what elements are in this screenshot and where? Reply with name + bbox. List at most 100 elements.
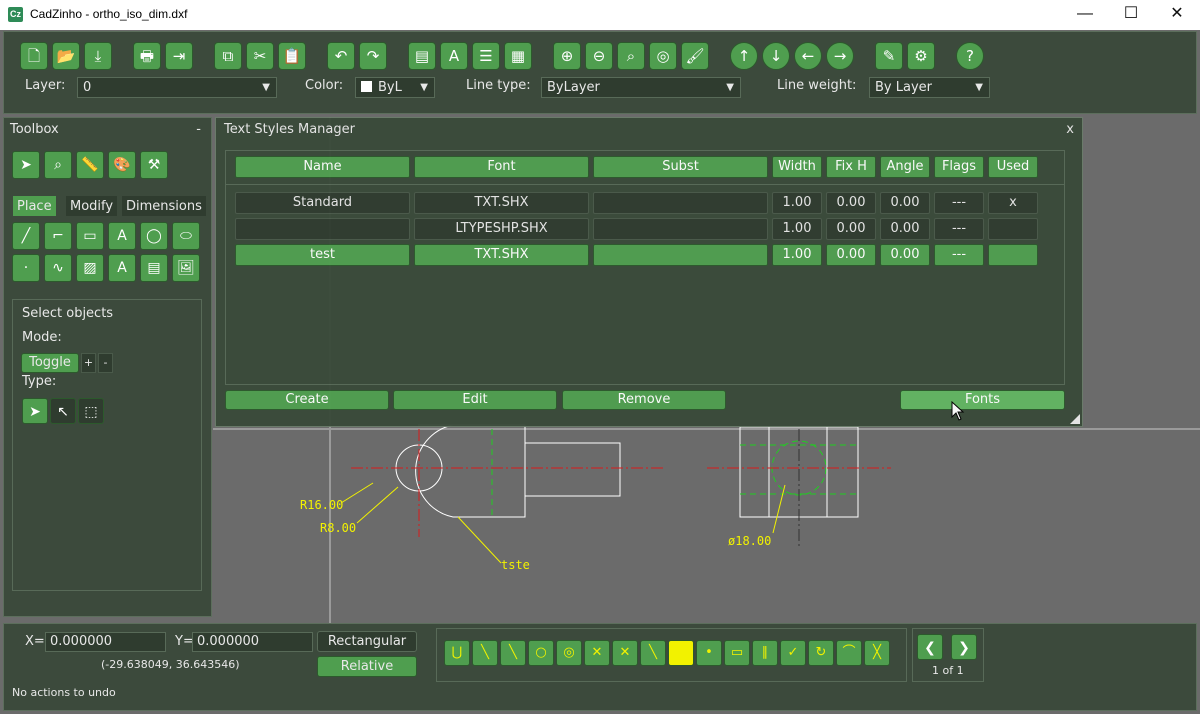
rectangular-mode-button[interactable]: Rectangular <box>317 631 417 652</box>
y-coordinate-input[interactable]: 0.000000 <box>192 632 313 652</box>
next-page-icon[interactable]: ❯ <box>951 634 977 660</box>
snap-extension-icon[interactable]: ✕ <box>612 640 638 666</box>
table-cell-fixh[interactable]: 0.00 <box>826 218 876 240</box>
block-tool-icon[interactable]: ▤ <box>140 254 168 282</box>
text-icon[interactable]: A <box>440 42 468 70</box>
binoculars-icon[interactable]: ⌕ <box>44 151 72 179</box>
paste-icon[interactable]: 📋 <box>278 42 306 70</box>
table-cell-name[interactable]: Standard <box>235 192 410 214</box>
previous-page-icon[interactable]: ❮ <box>917 634 943 660</box>
print-icon[interactable]: 🖶 <box>133 42 161 70</box>
rectangle-tool-icon[interactable]: ▭ <box>76 222 104 250</box>
table-cell-angle[interactable]: 0.00 <box>880 192 930 214</box>
snap-center-icon[interactable]: ○ <box>528 640 554 666</box>
table-cell-name[interactable]: test <box>235 244 410 266</box>
table-cell-angle[interactable]: 0.00 <box>880 244 930 266</box>
edit-style-button[interactable]: Edit <box>393 390 557 410</box>
snap-node-icon[interactable]: • <box>696 640 722 666</box>
table-cell-subst[interactable] <box>593 192 768 214</box>
snap-nearest-icon[interactable]: ✓ <box>780 640 806 666</box>
select-pick-icon[interactable]: ↖ <box>50 398 76 424</box>
snap-arc-icon[interactable]: ⌒ <box>836 640 862 666</box>
table-cell-width[interactable]: 1.00 <box>772 244 822 266</box>
snap-midpoint-icon[interactable]: ╲ <box>500 640 526 666</box>
column-header-subst[interactable]: Subst <box>593 156 768 178</box>
fonts-button[interactable]: Fonts <box>900 390 1065 410</box>
circle-tool-icon[interactable]: ◯ <box>140 222 168 250</box>
table-cell-used[interactable] <box>988 244 1038 266</box>
ruler-icon[interactable]: 📏 <box>76 151 104 179</box>
redo-icon[interactable]: ↷ <box>359 42 387 70</box>
table-cell-subst[interactable] <box>593 244 768 266</box>
brush-icon[interactable]: 🖌 <box>681 42 709 70</box>
snap-quadrant-icon[interactable]: ◎ <box>556 640 582 666</box>
layers-icon[interactable]: ▤ <box>408 42 436 70</box>
layer-select[interactable]: 0 ▼ <box>77 77 277 98</box>
save-icon[interactable]: ⤓ <box>84 42 112 70</box>
image-tool-icon[interactable]: 🖼 <box>172 254 200 282</box>
table-cell-flags[interactable]: --- <box>934 218 984 240</box>
minimize-button[interactable]: — <box>1062 0 1108 30</box>
hatch-tool-icon[interactable]: ▨ <box>76 254 104 282</box>
snap-tangent-icon[interactable]: ↻ <box>808 640 834 666</box>
table-cell-subst[interactable] <box>593 218 768 240</box>
line-tool-icon[interactable]: ╱ <box>12 222 40 250</box>
table-cell-name[interactable] <box>235 218 410 240</box>
snap-endpoint-icon[interactable]: ╲ <box>472 640 498 666</box>
snap-perpendicular-icon[interactable]: ╲ <box>640 640 666 666</box>
tab-modify[interactable]: Modify <box>65 195 119 217</box>
relative-mode-button[interactable]: Relative <box>317 656 417 677</box>
table-cell-used[interactable]: x <box>988 192 1038 214</box>
export-icon[interactable]: ⇥ <box>165 42 193 70</box>
linetype-select[interactable]: ByLayer ▼ <box>541 77 741 98</box>
x-coordinate-input[interactable]: 0.000000 <box>45 632 166 652</box>
tab-place[interactable]: Place <box>12 195 57 217</box>
table-cell-fixh[interactable]: 0.00 <box>826 244 876 266</box>
table-cell-font[interactable]: LTYPESHP.SHX <box>414 218 589 240</box>
remove-style-button[interactable]: Remove <box>562 390 726 410</box>
tools-icon[interactable]: ⚒ <box>140 151 168 179</box>
mtext-tool-icon[interactable]: A <box>108 254 136 282</box>
undo-icon[interactable]: ↶ <box>327 42 355 70</box>
create-style-button[interactable]: Create <box>225 390 389 410</box>
ellipse-tool-icon[interactable]: ⬭ <box>172 222 200 250</box>
tab-dimensions[interactable]: Dimensions <box>121 195 207 217</box>
color-select[interactable]: ByL ▼ <box>355 77 435 98</box>
arrow-up-icon[interactable]: ↑ <box>730 42 758 70</box>
snap-intersection-icon[interactable]: ✕ <box>584 640 610 666</box>
spline-tool-icon[interactable]: ∿ <box>44 254 72 282</box>
table-cell-font[interactable]: TXT.SHX <box>414 192 589 214</box>
table-cell-font[interactable]: TXT.SHX <box>414 244 589 266</box>
snap-rectangle-icon[interactable]: ▭ <box>724 640 750 666</box>
column-header-fixh[interactable]: Fix H <box>826 156 876 178</box>
column-header-flags[interactable]: Flags <box>934 156 984 178</box>
table-cell-fixh[interactable]: 0.00 <box>826 192 876 214</box>
toggle-mode-button[interactable]: Toggle <box>21 353 79 373</box>
remove-mode-button[interactable]: - <box>98 353 113 373</box>
arrow-right-icon[interactable]: → <box>826 42 854 70</box>
select-single-icon[interactable]: ➤ <box>22 398 48 424</box>
zoom-window-icon[interactable]: ⌕ <box>617 42 645 70</box>
palette-icon[interactable]: 🎨 <box>108 151 136 179</box>
zoom-in-icon[interactable]: ⊕ <box>553 42 581 70</box>
arrow-down-icon[interactable]: ↓ <box>762 42 790 70</box>
column-header-font[interactable]: Font <box>414 156 589 178</box>
point-tool-icon[interactable]: · <box>12 254 40 282</box>
table-cell-used[interactable] <box>988 218 1038 240</box>
column-header-angle[interactable]: Angle <box>880 156 930 178</box>
zoom-out-icon[interactable]: ⊖ <box>585 42 613 70</box>
select-pointer-icon[interactable]: ➤ <box>12 151 40 179</box>
copy-icon[interactable]: ⧉ <box>214 42 242 70</box>
new-file-icon[interactable]: 🗋 <box>20 42 48 70</box>
toolbox-collapse-button[interactable]: - <box>196 122 201 137</box>
resize-grip-icon[interactable] <box>1070 414 1080 424</box>
table-cell-angle[interactable]: 0.00 <box>880 218 930 240</box>
table-cell-flags[interactable]: --- <box>934 244 984 266</box>
text-tool-icon[interactable]: A <box>108 222 136 250</box>
open-folder-icon[interactable]: 📂 <box>52 42 80 70</box>
add-mode-button[interactable]: + <box>81 353 96 373</box>
snap-parallel-icon[interactable]: ∥ <box>752 640 778 666</box>
column-header-used[interactable]: Used <box>988 156 1038 178</box>
script-icon[interactable]: ✎ <box>875 42 903 70</box>
snap-any-icon[interactable]: ╳ <box>864 640 890 666</box>
